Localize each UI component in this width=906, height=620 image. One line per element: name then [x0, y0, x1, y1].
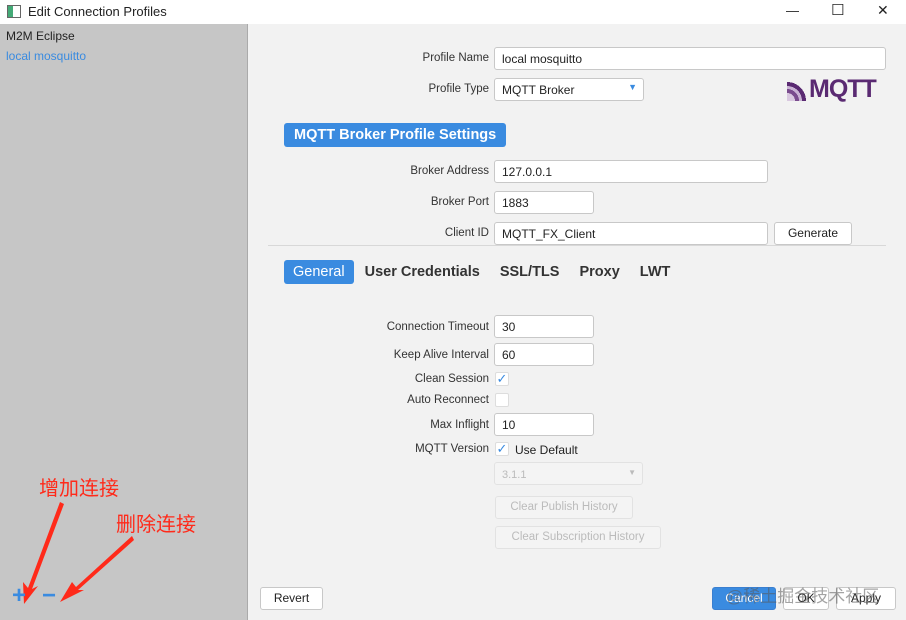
app-icon	[7, 5, 21, 18]
broker-address-label: Broker Address	[410, 165, 489, 177]
use-default-label[interactable]: Use Default	[515, 443, 578, 457]
keep-alive-input[interactable]: 60	[494, 343, 594, 366]
arrow-to-remove	[60, 536, 134, 602]
profile-name-input[interactable]: local mosquitto	[494, 47, 886, 70]
profile-type-value: MQTT Broker	[502, 83, 575, 97]
minimize-button[interactable]: —	[786, 3, 799, 18]
revert-button[interactable]: Revert	[260, 587, 323, 610]
max-inflight-input[interactable]: 10	[494, 413, 594, 436]
mqtt-version-label: MQTT Version	[415, 443, 489, 455]
profile-name-label: Profile Name	[422, 52, 489, 64]
watermark: @稀土掘金技术社区	[726, 587, 880, 606]
profile-item-local-mosquitto[interactable]: local mosquitto	[6, 49, 86, 63]
auto-reconnect-checkbox[interactable]	[495, 393, 509, 407]
broker-address-input[interactable]: 127.0.0.1	[494, 160, 768, 183]
max-inflight-label: Max Inflight	[430, 419, 489, 431]
clear-subscription-history-button[interactable]: Clear Subscription History	[495, 526, 661, 549]
clean-session-label: Clean Session	[414, 373, 489, 385]
chevron-down-icon: ▼	[628, 468, 636, 477]
client-id-label: Client ID	[444, 227, 489, 239]
add-profile-button[interactable]: +	[12, 582, 26, 610]
window-title: Edit Connection Profiles	[28, 4, 167, 19]
arrow-annotations	[23, 502, 134, 604]
clean-session-checkbox[interactable]: ✓	[495, 372, 509, 386]
mqtt-logo: MQTT	[787, 75, 887, 103]
profile-editor: Profile Name local mosquitto Profile Typ…	[249, 24, 906, 620]
maximize-button[interactable]: ☐	[831, 1, 844, 19]
tab-bar: General User Credentials SSL/TLS Proxy L…	[284, 260, 679, 284]
broker-port-label: Broker Port	[430, 196, 489, 208]
keep-alive-label: Keep Alive Interval	[393, 349, 489, 361]
mqtt-version-select[interactable]: 3.1.1 ▼	[494, 462, 643, 485]
tab-lwt[interactable]: LWT	[631, 260, 680, 284]
tab-general[interactable]: General	[284, 260, 354, 284]
profile-type-label: Profile Type	[428, 83, 489, 95]
title-bar: Edit Connection Profiles — ☐ ✕	[0, 0, 906, 24]
use-default-checkbox[interactable]: ✓	[495, 442, 509, 456]
profile-item-m2m-eclipse[interactable]: M2M Eclipse	[6, 29, 75, 43]
tab-user-credentials[interactable]: User Credentials	[356, 260, 489, 284]
close-button[interactable]: ✕	[877, 2, 889, 19]
chevron-down-icon: ▼	[628, 82, 637, 92]
auto-reconnect-label: Auto Reconnect	[407, 394, 489, 406]
tab-proxy[interactable]: Proxy	[570, 260, 628, 284]
generate-button[interactable]: Generate	[774, 222, 852, 245]
clear-publish-history-button[interactable]: Clear Publish History	[495, 496, 633, 519]
profile-type-select[interactable]: MQTT Broker ▼	[494, 78, 644, 101]
profile-list: M2M Eclipse local mosquitto 增加连接 删除连接 + …	[0, 24, 248, 620]
connection-timeout-label: Connection Timeout	[386, 321, 489, 333]
remove-profile-button[interactable]: −	[42, 582, 56, 610]
section-title: MQTT Broker Profile Settings	[284, 123, 507, 147]
divider	[268, 245, 886, 246]
client-id-input[interactable]: MQTT_FX_Client	[494, 222, 768, 245]
connection-timeout-input[interactable]: 30	[494, 315, 594, 338]
broker-port-input[interactable]: 1883	[494, 191, 594, 214]
tab-ssl-tls[interactable]: SSL/TLS	[491, 260, 569, 284]
mqtt-version-value: 3.1.1	[502, 469, 527, 481]
